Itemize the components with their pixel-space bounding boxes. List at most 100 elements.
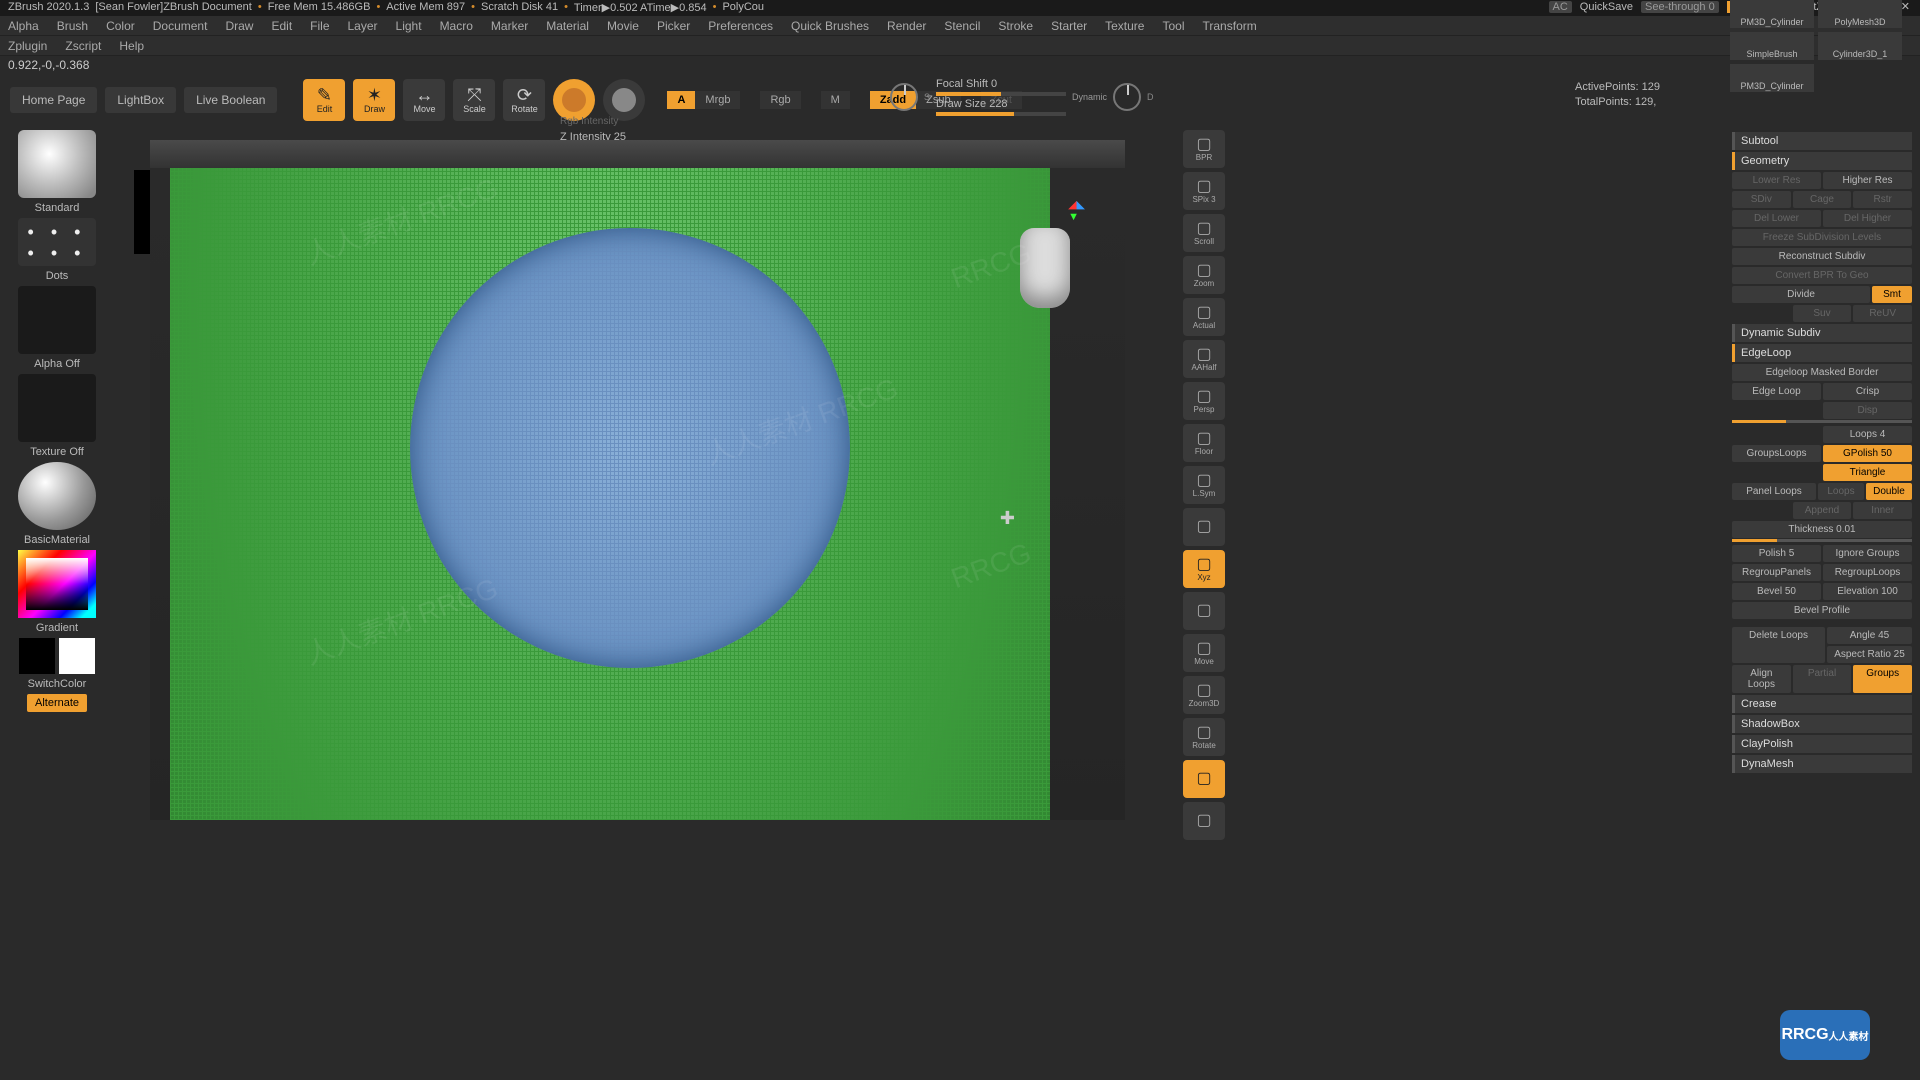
del-lower-button[interactable]: Del Lower	[1732, 210, 1821, 227]
disp-slider[interactable]: Disp	[1823, 402, 1912, 419]
color-main[interactable]	[19, 638, 55, 674]
view-btn16[interactable]: ▢	[1183, 802, 1225, 840]
menu-stroke[interactable]: Stroke	[998, 19, 1033, 33]
tool-thumb[interactable]: PolyMesh3D	[1818, 0, 1902, 28]
s-dial[interactable]	[890, 83, 918, 111]
align-loops-button[interactable]: Align Loops	[1732, 665, 1791, 693]
regroup-panels-button[interactable]: RegroupPanels	[1732, 564, 1821, 581]
viewport[interactable]: ◢◣▼ ✚	[150, 140, 1125, 820]
partial-toggle[interactable]: Partial	[1793, 665, 1852, 693]
subtool-header[interactable]: Subtool	[1732, 132, 1912, 150]
groups-toggle[interactable]: Groups	[1853, 665, 1912, 693]
divide-button[interactable]: Divide	[1732, 286, 1870, 303]
edge-loop-button[interactable]: Edge Loop	[1732, 383, 1821, 400]
alpha-swatch[interactable]	[18, 286, 96, 354]
view-bpr[interactable]: ▢BPR	[1183, 130, 1225, 168]
view-btn15[interactable]: ▢	[1183, 760, 1225, 798]
suv-button[interactable]: Suv	[1793, 305, 1852, 322]
menu-picker[interactable]: Picker	[657, 19, 690, 33]
tool-thumb[interactable]: PM3D_Cylinder	[1730, 64, 1814, 92]
claypolish-header[interactable]: ClayPolish	[1732, 735, 1912, 753]
shadowbox-header[interactable]: ShadowBox	[1732, 715, 1912, 733]
rgb-toggle[interactable]: Rgb	[760, 91, 800, 109]
quicksave-button[interactable]: QuickSave	[1580, 1, 1633, 13]
menu-quick brushes[interactable]: Quick Brushes	[791, 19, 869, 33]
view-aahalf[interactable]: ▢AAHalf	[1183, 340, 1225, 378]
a-toggle[interactable]: A	[667, 91, 695, 109]
bevel-profile-curve[interactable]: Bevel Profile	[1732, 602, 1912, 619]
menu-starter[interactable]: Starter	[1051, 19, 1087, 33]
tool-thumb[interactable]: Cylinder3D_1	[1818, 32, 1902, 60]
menu-zscript[interactable]: Zscript	[65, 39, 101, 53]
delete-loops-button[interactable]: Delete Loops	[1732, 627, 1825, 663]
menu-stencil[interactable]: Stencil	[944, 19, 980, 33]
color-secondary[interactable]	[59, 638, 95, 674]
loops-slider[interactable]: Loops	[1818, 483, 1864, 500]
seethrough-slider[interactable]: See-through 0	[1641, 1, 1719, 13]
draw-size-slider[interactable]: Draw Size 228	[936, 98, 1066, 116]
edit-mode-button[interactable]: ✎Edit	[303, 79, 345, 121]
view-rotate[interactable]: ▢Rotate	[1183, 718, 1225, 756]
view-btn11[interactable]: ▢	[1183, 592, 1225, 630]
polish-slider[interactable]: Polish 5	[1732, 545, 1821, 562]
lightbox-button[interactable]: LightBox	[105, 87, 176, 113]
view-persp[interactable]: ▢Persp	[1183, 382, 1225, 420]
focal-shift-slider[interactable]: Focal Shift 0	[936, 78, 1066, 96]
menu-render[interactable]: Render	[887, 19, 926, 33]
crease-header[interactable]: Crease	[1732, 695, 1912, 713]
edgeloop-header[interactable]: EdgeLoop	[1732, 344, 1912, 362]
elevation-slider[interactable]: Elevation 100	[1823, 583, 1912, 600]
ignore-groups-button[interactable]: Ignore Groups	[1823, 545, 1912, 562]
tool-thumb[interactable]: SimpleBrush	[1730, 32, 1814, 60]
menu-macro[interactable]: Macro	[440, 19, 473, 33]
double-toggle[interactable]: Double	[1866, 483, 1912, 500]
aspect-slider[interactable]: Aspect Ratio 25	[1827, 646, 1912, 663]
angle-slider[interactable]: Angle 45	[1827, 627, 1912, 644]
freeze-subdiv-button[interactable]: Freeze SubDivision Levels	[1732, 229, 1912, 246]
rstr-button[interactable]: Rstr	[1853, 191, 1912, 208]
sdiv-slider[interactable]: SDiv	[1732, 191, 1791, 208]
menu-document[interactable]: Document	[153, 19, 208, 33]
view-actual[interactable]: ▢Actual	[1183, 298, 1225, 336]
thickness-slider[interactable]: Thickness 0.01	[1732, 521, 1912, 538]
material-swatch[interactable]	[18, 462, 96, 530]
append-toggle[interactable]: Append	[1793, 502, 1852, 519]
menu-marker[interactable]: Marker	[491, 19, 528, 33]
brush-swatch[interactable]	[18, 130, 96, 198]
view-move[interactable]: ▢Move	[1183, 634, 1225, 672]
menu-light[interactable]: Light	[396, 19, 422, 33]
bevel-slider[interactable]: Bevel 50	[1732, 583, 1821, 600]
gizmo-button[interactable]	[553, 79, 595, 121]
sculptris-button[interactable]	[603, 79, 645, 121]
menu-transform[interactable]: Transform	[1203, 19, 1257, 33]
color-picker[interactable]	[18, 550, 96, 618]
home-page-button[interactable]: Home Page	[10, 87, 97, 113]
rotate-mode-button[interactable]: ⟳Rotate	[503, 79, 545, 121]
view-btn9[interactable]: ▢	[1183, 508, 1225, 546]
menu-file[interactable]: File	[310, 19, 329, 33]
gpolish-slider[interactable]: GPolish 50	[1823, 445, 1912, 462]
convert-bpr-button[interactable]: Convert BPR To Geo	[1732, 267, 1912, 284]
geometry-header[interactable]: Geometry	[1732, 152, 1912, 170]
menu-zplugin[interactable]: Zplugin	[8, 39, 47, 53]
cage-button[interactable]: Cage	[1793, 191, 1852, 208]
lower-res-button[interactable]: Lower Res	[1732, 172, 1821, 189]
tool-thumb[interactable]: PM3D_Cylinder	[1730, 0, 1814, 28]
d-dial[interactable]	[1113, 83, 1141, 111]
inner-toggle[interactable]: Inner	[1853, 502, 1912, 519]
m-toggle[interactable]: M	[821, 91, 850, 109]
menu-preferences[interactable]: Preferences	[708, 19, 773, 33]
menu-tool[interactable]: Tool	[1162, 19, 1184, 33]
nav-gizmo[interactable]: ◢◣▼	[1005, 198, 1085, 318]
mrgb-toggle[interactable]: Mrgb	[695, 91, 740, 109]
menu-alpha[interactable]: Alpha	[8, 19, 39, 33]
dynamesh-header[interactable]: DynaMesh	[1732, 755, 1912, 773]
menu-material[interactable]: Material	[546, 19, 589, 33]
stroke-swatch[interactable]	[18, 218, 96, 266]
higher-res-button[interactable]: Higher Res	[1823, 172, 1912, 189]
scale-mode-button[interactable]: ⤧Scale	[453, 79, 495, 121]
del-higher-button[interactable]: Del Higher	[1823, 210, 1912, 227]
view-xyz[interactable]: ▢Xyz	[1183, 550, 1225, 588]
reconstruct-button[interactable]: Reconstruct Subdiv	[1732, 248, 1912, 265]
view-zoom3d[interactable]: ▢Zoom3D	[1183, 676, 1225, 714]
